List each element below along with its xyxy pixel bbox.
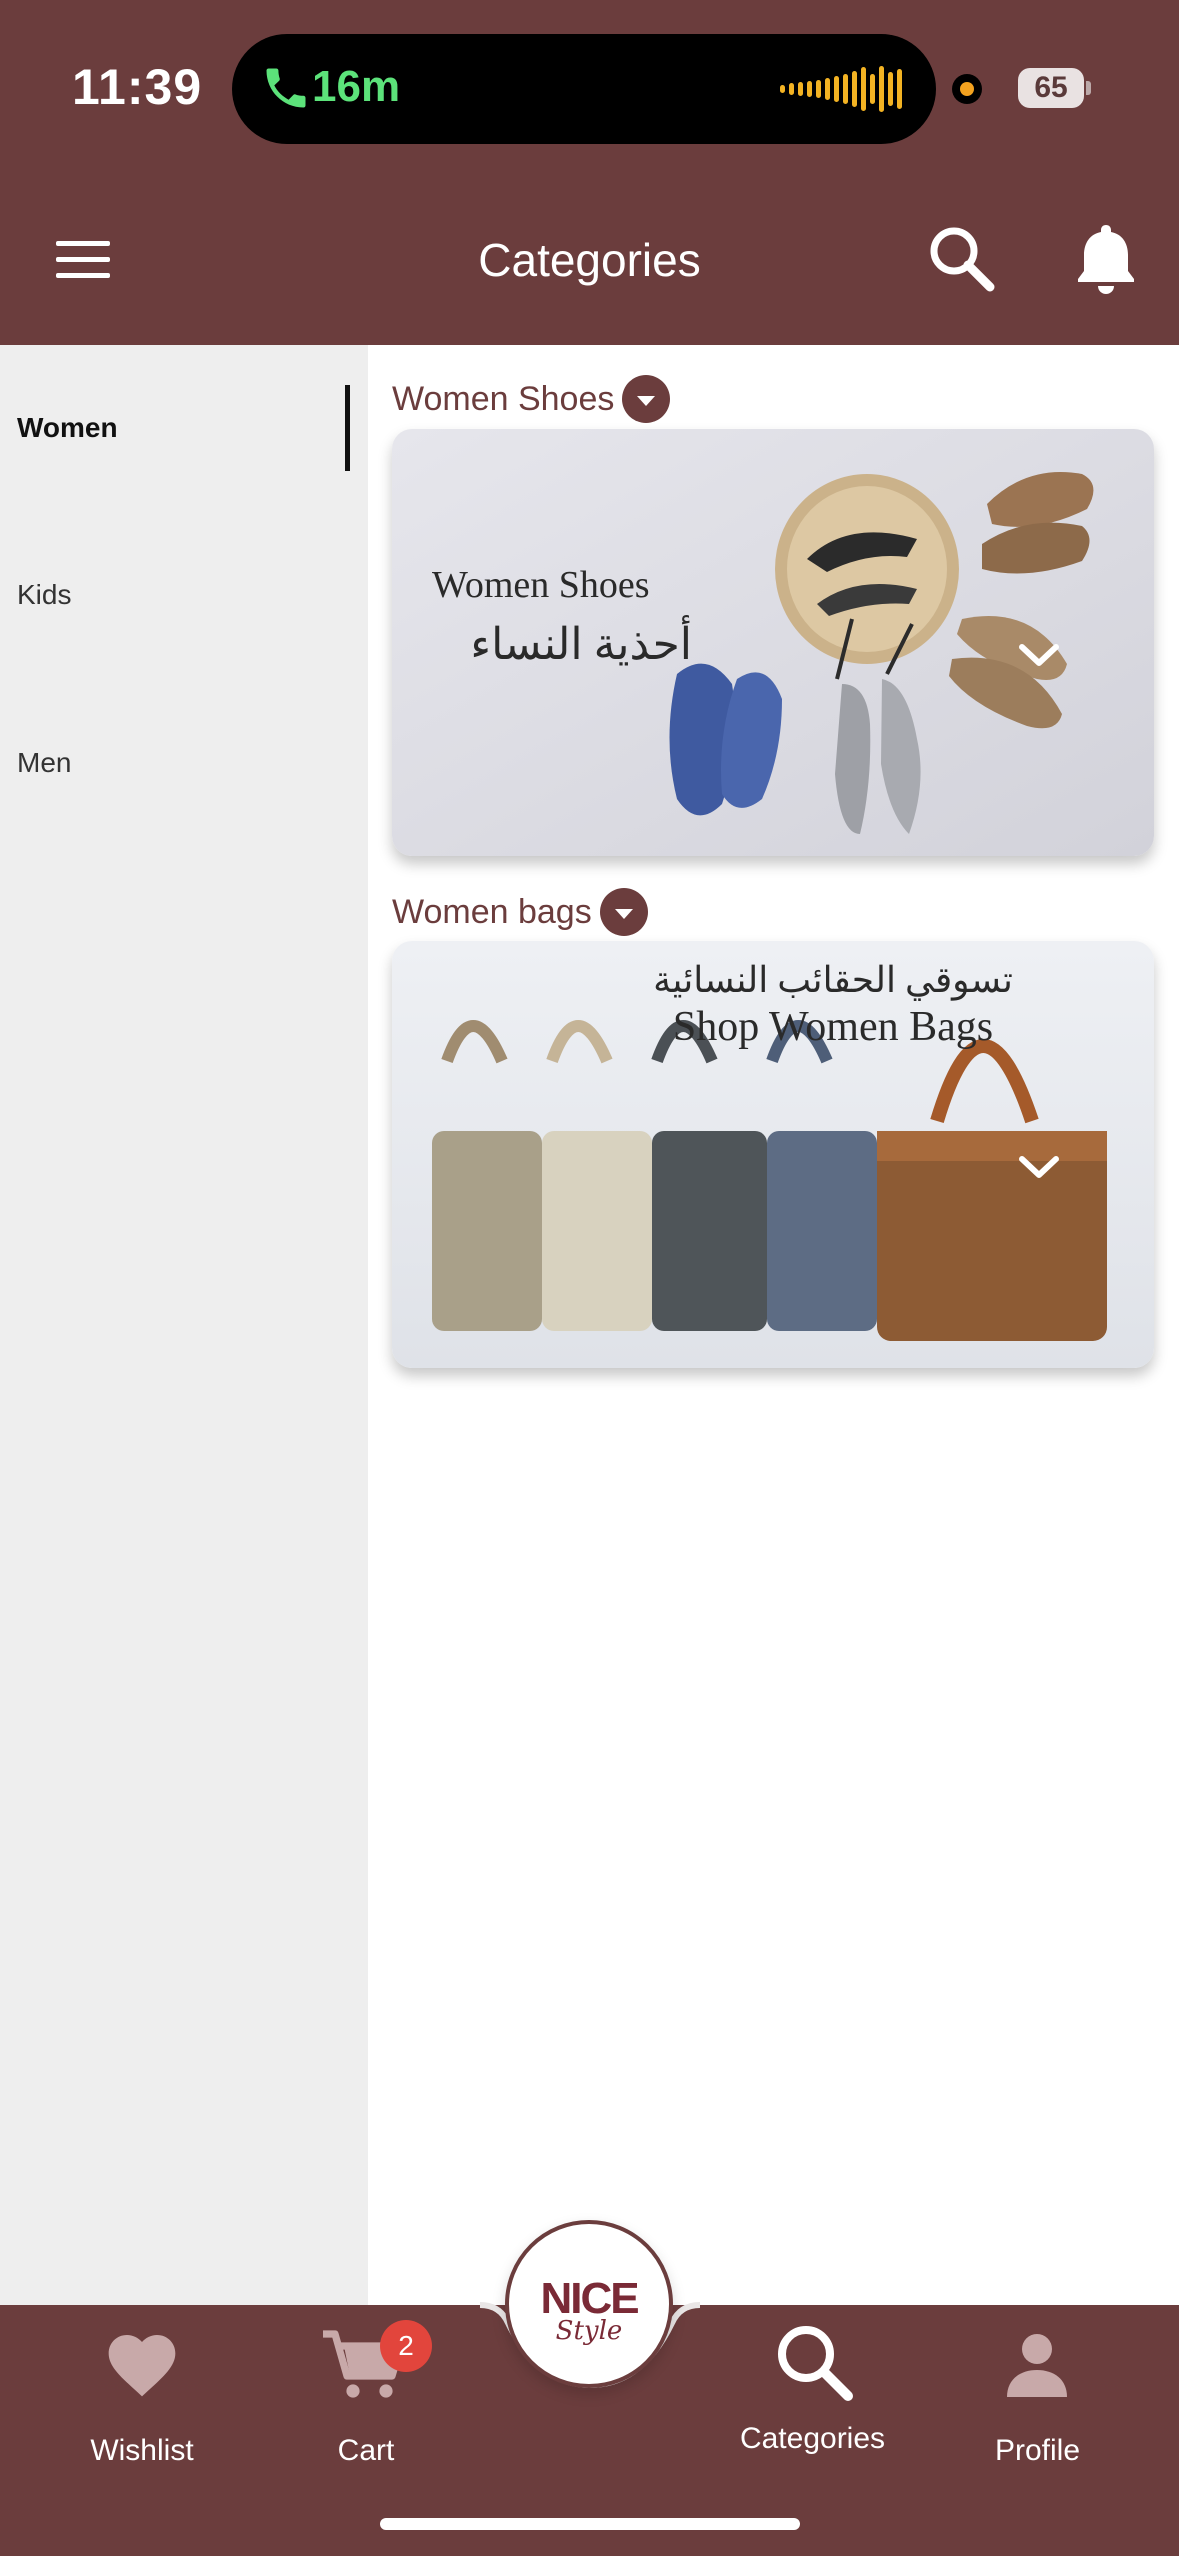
sidebar-item-women[interactable]: Women [0,378,368,478]
home-logo-button[interactable]: NICE Style [505,2220,673,2388]
caret-down-icon[interactable] [622,375,671,423]
bell-icon[interactable] [1070,219,1142,299]
section-title: Women bags [392,892,592,931]
category-content: Women Shoes Women Shoes أحذية النساء Wom… [368,345,1179,2305]
sidebar-item-label: Men [17,747,72,778]
camera-in-use-dot [952,74,982,104]
battery-level: 65 [1018,68,1084,108]
section-header-women-bags[interactable]: Women bags [392,888,648,936]
audio-waveform-icon [780,64,910,114]
sidebar-item-label: Women [17,412,118,443]
cart-count-badge: 2 [380,2320,432,2372]
active-indicator [345,385,350,471]
nav-label: Wishlist [90,2434,194,2467]
sidebar-item-label: Kids [17,579,72,610]
heart-icon [108,2335,176,2397]
call-duration: 16m [312,62,401,111]
banner-title-ar: تسوقي الحقائب النسائية [653,960,1013,1000]
nav-label: Categories [739,2422,886,2455]
women-bags-banner[interactable]: تسوقي الحقائب النسائية Shop Women Bags [392,941,1154,1368]
chevron-down-icon [1019,644,1059,666]
status-bar: 11:39 16m 65 [0,0,1179,175]
women-shoes-banner[interactable]: Women Shoes أحذية النساء [392,429,1154,856]
section-header-women-shoes[interactable]: Women Shoes [392,375,671,423]
page-title: Categories [478,234,701,286]
user-icon [1007,2334,1067,2397]
section-title: Women Shoes [392,379,615,418]
nav-label: Profile [994,2434,1081,2467]
nav-categories[interactable]: Categories [720,2320,905,2456]
sidebar-item-men[interactable]: Men [0,713,368,813]
search-icon [778,2326,853,2401]
nav-profile[interactable]: Profile [965,2318,1110,2468]
app-header: Categories [0,175,1179,345]
chevron-down-icon [1019,1156,1059,1178]
category-sidebar: Women Kids Men [0,345,368,2305]
banner-title-en: Women Shoes [432,564,650,606]
nav-wishlist[interactable]: Wishlist [70,2318,214,2468]
banner-title-en: Shop Women Bags [672,1004,994,1050]
battery-icon: 65 [1018,68,1091,108]
sidebar-item-kids[interactable]: Kids [0,545,368,645]
nav-label: Cart [337,2434,395,2467]
home-indicator[interactable] [380,2518,800,2530]
banner-title-ar: أحذية النساء [470,620,692,669]
dynamic-island-call[interactable]: 16m [232,34,936,144]
logo-script-text: Style [555,2316,623,2346]
status-time: 11:39 [72,59,203,115]
nav-cart[interactable]: 2 Cart [300,2318,432,2468]
phone-icon [266,68,306,108]
caret-down-icon[interactable] [599,888,648,936]
search-icon[interactable] [926,223,998,295]
